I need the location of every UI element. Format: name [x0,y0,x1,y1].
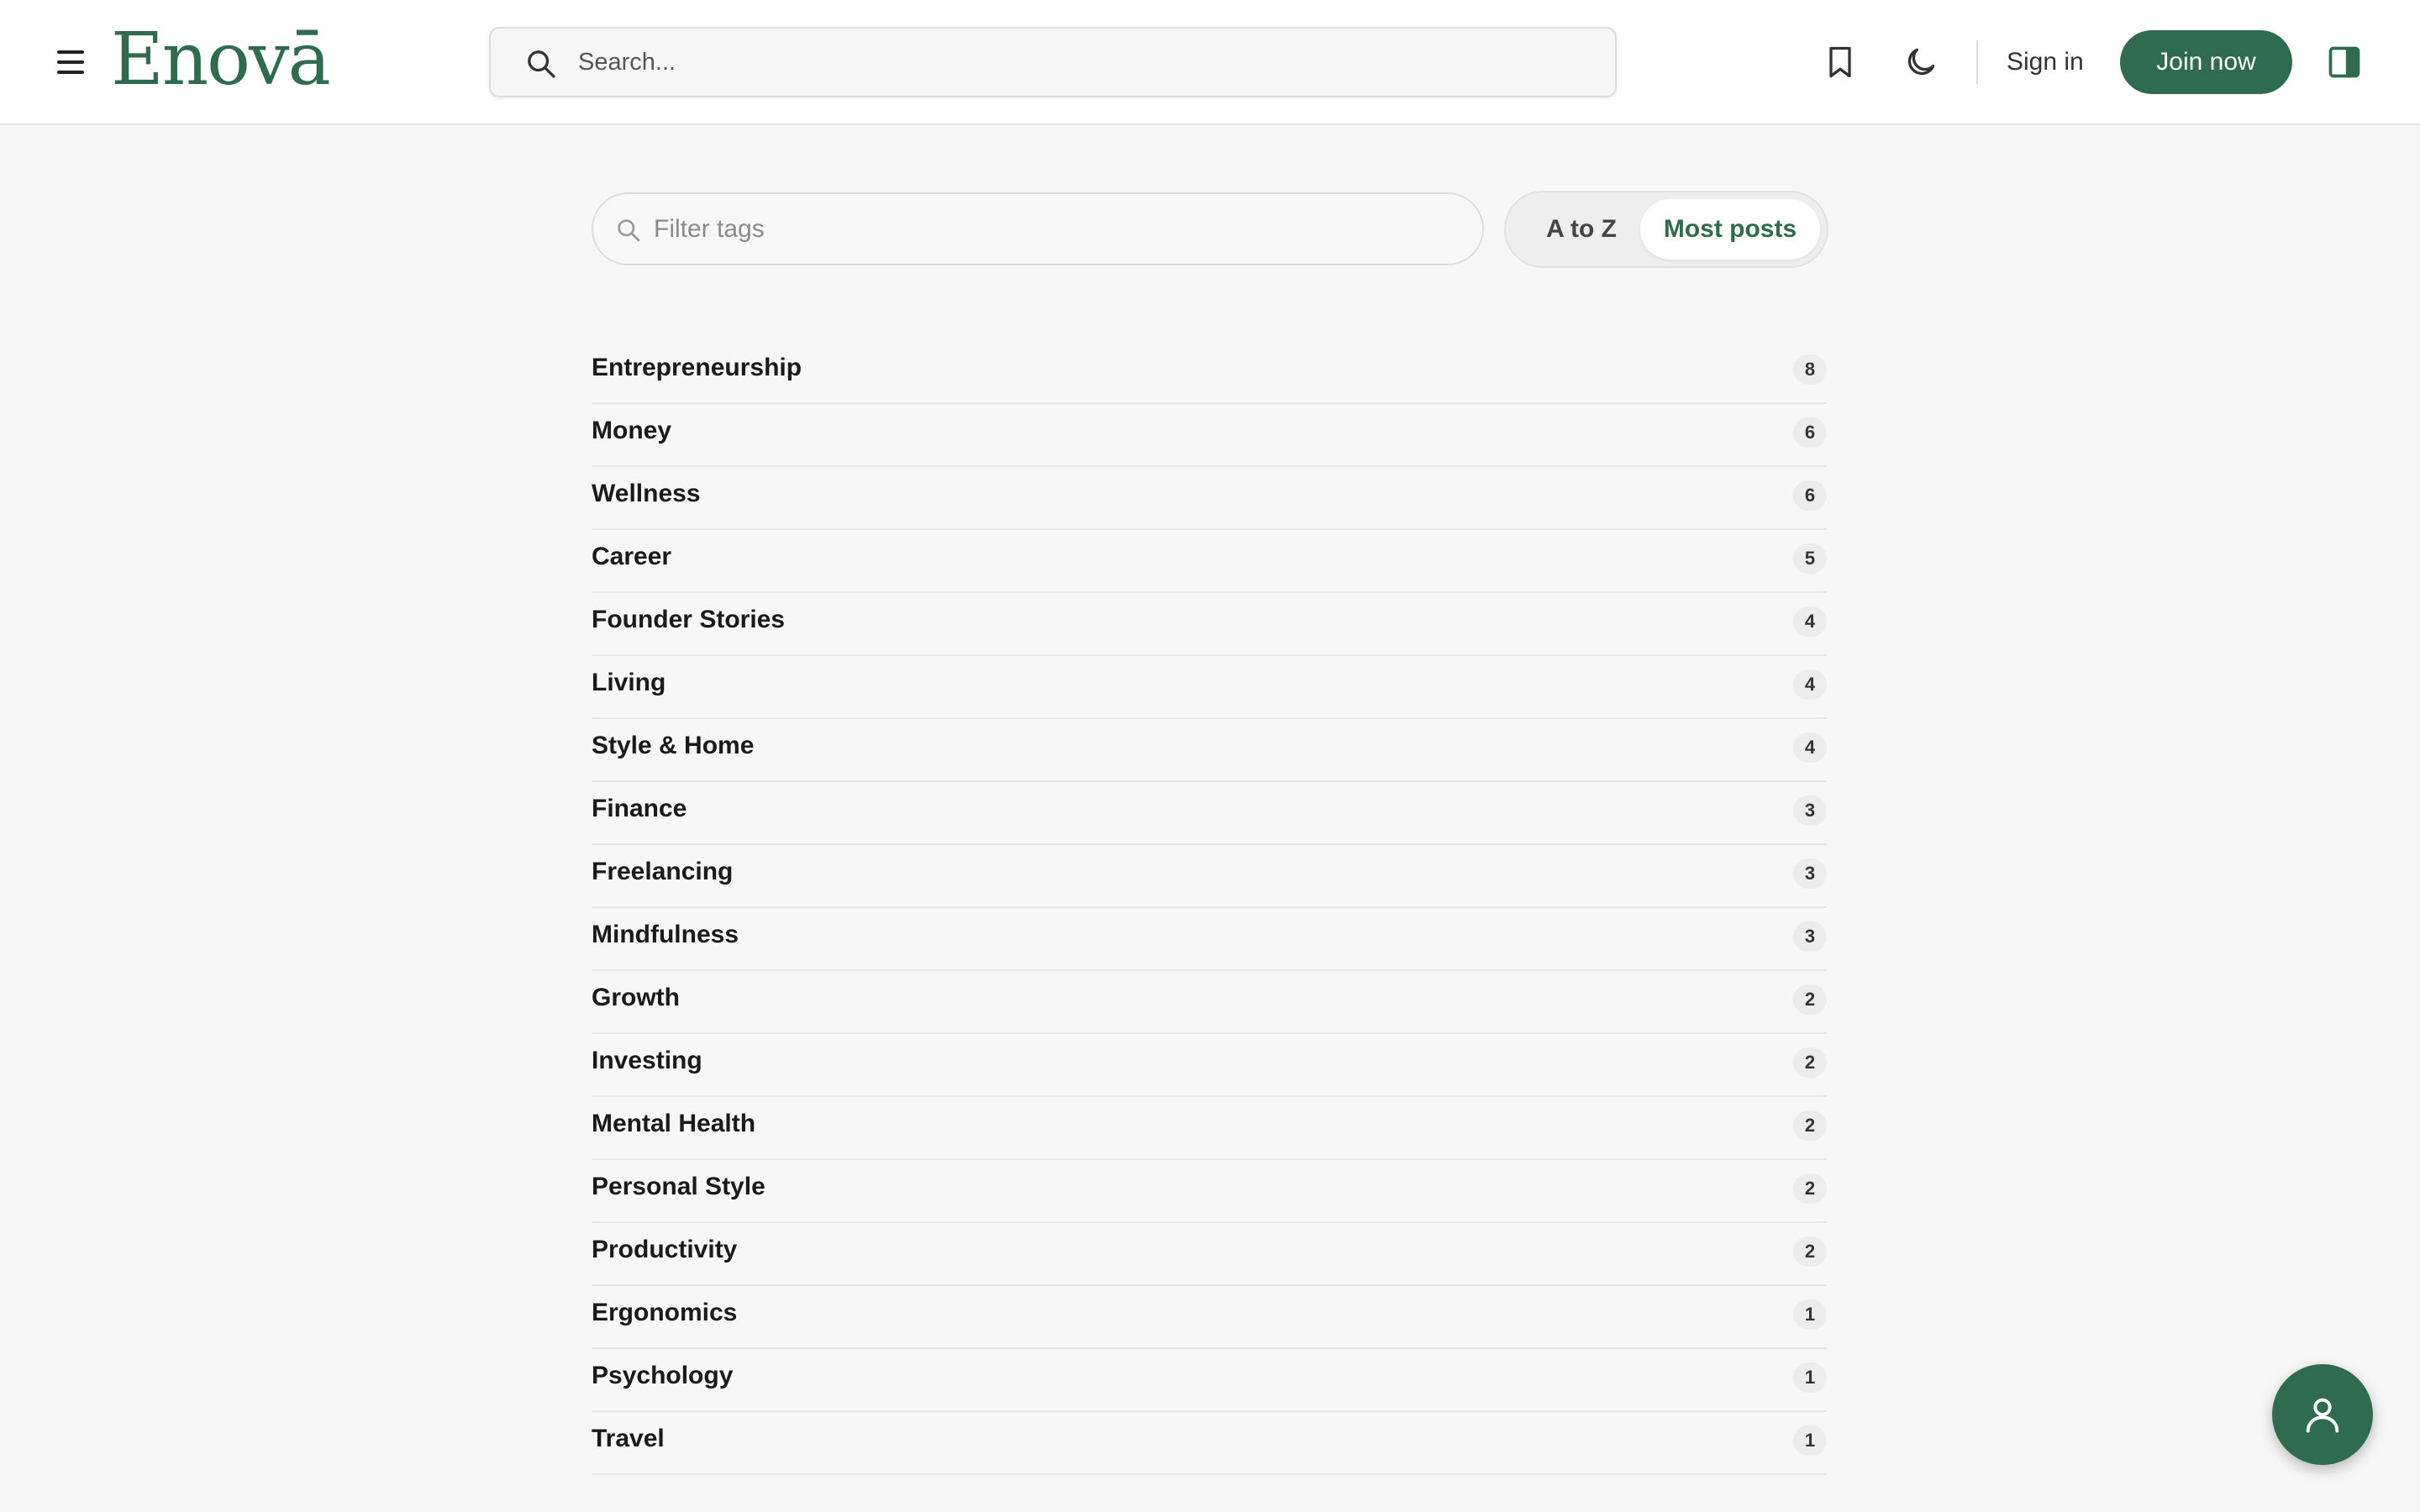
tag-post-count: 3 [1793,858,1827,889]
sort-toggle: A to Z Most posts [1504,191,1828,268]
tag-row[interactable]: Ergonomics 1 [592,1286,1827,1349]
tag-post-count: 2 [1793,1236,1827,1267]
tag-post-count: 3 [1793,921,1827,952]
tag-post-count: 2 [1793,984,1827,1015]
tag-post-count: 3 [1793,795,1827,826]
tag-name: Growth [592,984,680,1011]
sign-in-link[interactable]: Sign in [2007,44,2084,81]
tag-post-count: 2 [1793,1173,1827,1204]
tag-name: Travel [592,1425,665,1452]
tag-name: Personal Style [592,1173,765,1200]
tag-post-count: 1 [1793,1299,1827,1330]
tag-row[interactable]: Mindfulness 3 [592,908,1827,971]
tag-name: Finance [592,795,687,822]
moon-icon[interactable] [1902,44,1939,81]
tag-name: Style & Home [592,732,755,759]
header-divider [1976,40,1978,84]
tag-row[interactable]: Money 6 [592,404,1827,467]
tag-row[interactable]: Productivity 2 [592,1223,1827,1286]
menu-icon[interactable] [54,47,87,77]
sort-most-posts[interactable]: Most posts [1640,199,1820,260]
tag-row[interactable]: Freelancing 3 [592,845,1827,908]
join-now-button[interactable]: Join now [2120,30,2292,94]
tag-post-count: 6 [1793,480,1827,511]
tag-post-count: 4 [1793,669,1827,700]
tag-name: Freelancing [592,858,734,885]
tag-post-count: 5 [1793,543,1827,574]
tag-row[interactable]: Wellness 6 [592,467,1827,530]
tag-post-count: 6 [1793,417,1827,448]
tag-post-count: 4 [1793,606,1827,637]
tag-post-count: 1 [1793,1425,1827,1456]
tag-list: Entrepreneurship 8 Money 6 Wellness 6 Career 5 F… [592,341,1827,1475]
search-icon [618,219,640,242]
tag-row[interactable]: Career 5 [592,530,1827,593]
account-button[interactable] [2272,1364,2373,1465]
tag-name: Career [592,543,672,570]
filter-tags-input[interactable] [654,194,1460,264]
tag-name: Mindfulness [592,921,739,948]
sidebar-panel-icon[interactable] [2326,44,2363,81]
tag-name: Founder Stories [592,606,786,633]
tag-post-count: 2 [1793,1047,1827,1078]
tag-row[interactable]: Growth 2 [592,971,1827,1034]
tag-name: Wellness [592,480,701,507]
tag-name: Living [592,669,666,696]
search-icon [528,50,555,78]
search-input[interactable] [578,29,1586,96]
tag-post-count: 2 [1793,1110,1827,1141]
tag-post-count: 4 [1793,732,1827,763]
tag-name: Mental Health [592,1110,756,1137]
site-search[interactable] [489,27,1617,97]
tag-name: Investing [592,1047,702,1074]
tag-post-count: 1 [1793,1362,1827,1393]
tag-filter[interactable] [592,192,1484,265]
tag-name: Productivity [592,1236,738,1263]
tag-row[interactable]: Travel 1 [592,1412,1827,1475]
tag-row[interactable]: Finance 3 [592,782,1827,845]
tag-post-count: 8 [1793,354,1827,385]
tag-row[interactable]: Psychology 1 [592,1349,1827,1412]
tag-row[interactable]: Investing 2 [592,1034,1827,1097]
sort-a-to-z[interactable]: A to Z [1512,199,1650,260]
tag-row[interactable]: Personal Style 2 [592,1160,1827,1223]
bookmark-icon[interactable] [1822,44,1859,81]
tag-row[interactable]: Mental Health 2 [592,1097,1827,1160]
user-icon [2306,1398,2339,1433]
site-header: Enovā Sign in Join now [0,0,2420,125]
tag-row[interactable]: Living 4 [592,656,1827,719]
tag-name: Psychology [592,1362,734,1389]
site-logo[interactable]: Enovā [111,22,331,97]
tag-row[interactable]: Style & Home 4 [592,719,1827,782]
tag-name: Entrepreneurship [592,354,802,381]
tag-row[interactable]: Founder Stories 4 [592,593,1827,656]
tag-name: Money [592,417,672,444]
tag-row[interactable]: Entrepreneurship 8 [592,341,1827,404]
tag-name: Ergonomics [592,1299,738,1326]
